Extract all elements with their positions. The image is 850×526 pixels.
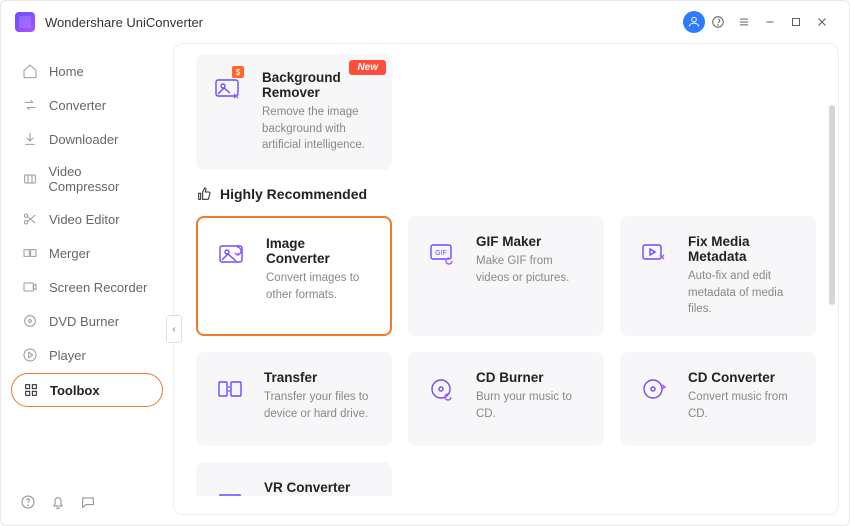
card-title: Fix Media Metadata bbox=[688, 234, 794, 264]
card-transfer[interactable]: Transfer Transfer your files to device or… bbox=[196, 352, 392, 446]
converter-icon bbox=[21, 96, 39, 114]
metadata-icon bbox=[640, 240, 670, 266]
app-logo bbox=[15, 12, 35, 32]
card-title: Image Converter bbox=[266, 236, 368, 266]
dvd-icon bbox=[21, 312, 39, 330]
sidebar-item-downloader[interactable]: Downloader bbox=[11, 123, 163, 155]
cd-converter-icon bbox=[640, 376, 670, 402]
card-desc: Auto-fix and edit metadata of media file… bbox=[688, 268, 794, 318]
card-vr-converter[interactable]: VR ConverterConvert videos to VR and enj… bbox=[196, 462, 392, 496]
sidebar-item-video-editor[interactable]: Video Editor bbox=[11, 203, 163, 235]
sidebar-item-label: Toolbox bbox=[50, 383, 100, 398]
cd-burner-icon bbox=[428, 376, 458, 402]
titlebar: Wondershare UniConverter bbox=[1, 1, 849, 43]
sidebar-item-label: Screen Recorder bbox=[49, 280, 147, 295]
sidebar-item-dvd-burner[interactable]: DVD Burner bbox=[11, 305, 163, 337]
user-account-button[interactable] bbox=[683, 11, 705, 33]
card-desc: Convert images to other formats. bbox=[266, 270, 368, 303]
section-header: Highly Recommended bbox=[196, 186, 816, 202]
help-button[interactable] bbox=[19, 493, 37, 511]
sidebar-item-video-compressor[interactable]: Video Compressor bbox=[11, 157, 163, 201]
support-button[interactable] bbox=[705, 9, 731, 35]
minimize-button[interactable] bbox=[757, 9, 783, 35]
sidebar-item-merger[interactable]: Merger bbox=[11, 237, 163, 269]
section-title: Highly Recommended bbox=[220, 186, 367, 202]
play-icon bbox=[21, 346, 39, 364]
scrollbar[interactable] bbox=[829, 105, 835, 305]
sidebar-item-label: Merger bbox=[49, 246, 90, 261]
close-button[interactable] bbox=[809, 9, 835, 35]
sidebar-item-home[interactable]: Home bbox=[11, 55, 163, 87]
card-title: GIF Maker bbox=[476, 234, 582, 249]
transfer-icon bbox=[216, 376, 246, 402]
vr-icon bbox=[216, 486, 246, 496]
sidebar-item-label: Video Editor bbox=[49, 212, 120, 227]
record-icon bbox=[21, 278, 39, 296]
sidebar-item-label: Player bbox=[49, 348, 86, 363]
merger-icon bbox=[21, 244, 39, 262]
feedback-button[interactable] bbox=[79, 493, 97, 511]
main-panel: $ New Background Remover Remove the imag… bbox=[173, 43, 839, 515]
card-fix-media-metadata[interactable]: Fix Media Metadata Auto-fix and edit meta… bbox=[620, 216, 816, 336]
card-title: CD Burner bbox=[476, 370, 582, 385]
card-gif-maker[interactable]: GIF GIF Maker Make GIF from videos or pic… bbox=[408, 216, 604, 336]
card-title: Transfer bbox=[264, 370, 370, 385]
sidebar-item-screen-recorder[interactable]: Screen Recorder bbox=[11, 271, 163, 303]
card-desc: Burn your music to CD. bbox=[476, 389, 582, 422]
sidebar-item-label: DVD Burner bbox=[49, 314, 119, 329]
home-icon bbox=[21, 62, 39, 80]
card-title: CD Converter bbox=[688, 370, 794, 385]
image-converter-icon bbox=[218, 242, 248, 268]
background-remover-icon bbox=[214, 76, 244, 102]
toolbox-icon bbox=[22, 381, 40, 399]
menu-button[interactable] bbox=[731, 9, 757, 35]
paid-badge: $ bbox=[232, 66, 244, 78]
card-cd-converter[interactable]: CD Converter Convert music from CD. bbox=[620, 352, 816, 446]
thumbs-up-icon bbox=[196, 186, 212, 202]
sidebar-item-label: Video Compressor bbox=[49, 164, 153, 194]
sidebar-item-toolbox[interactable]: Toolbox bbox=[11, 373, 163, 407]
app-title: Wondershare UniConverter bbox=[45, 15, 203, 30]
sidebar-item-label: Converter bbox=[49, 98, 106, 113]
sidebar: Home Converter Downloader Video Compress… bbox=[1, 43, 173, 525]
card-cd-burner[interactable]: CD Burner Burn your music to CD. bbox=[408, 352, 604, 446]
new-badge: New bbox=[349, 60, 386, 75]
card-background-remover[interactable]: $ New Background Remover Remove the imag… bbox=[196, 54, 392, 170]
download-icon bbox=[21, 130, 39, 148]
collapse-sidebar-button[interactable]: ‹ bbox=[166, 315, 182, 343]
sidebar-item-converter[interactable]: Converter bbox=[11, 89, 163, 121]
sidebar-item-label: Downloader bbox=[49, 132, 118, 147]
card-image-converter[interactable]: Image Converter Convert images to other f… bbox=[196, 216, 392, 336]
card-desc: Convert music from CD. bbox=[688, 389, 794, 422]
card-title: VR Converter bbox=[264, 480, 370, 495]
gif-icon: GIF bbox=[428, 240, 458, 266]
maximize-button[interactable] bbox=[783, 9, 809, 35]
card-desc: Transfer your files to device or hard dr… bbox=[264, 389, 370, 422]
compress-icon bbox=[21, 170, 39, 188]
card-desc: Make GIF from videos or pictures. bbox=[476, 253, 582, 286]
notifications-button[interactable] bbox=[49, 493, 67, 511]
card-desc: Remove the image background with artific… bbox=[262, 104, 374, 154]
sidebar-item-label: Home bbox=[49, 64, 84, 79]
sidebar-item-player[interactable]: Player bbox=[11, 339, 163, 371]
svg-text:GIF: GIF bbox=[435, 250, 447, 257]
scissors-icon bbox=[21, 210, 39, 228]
